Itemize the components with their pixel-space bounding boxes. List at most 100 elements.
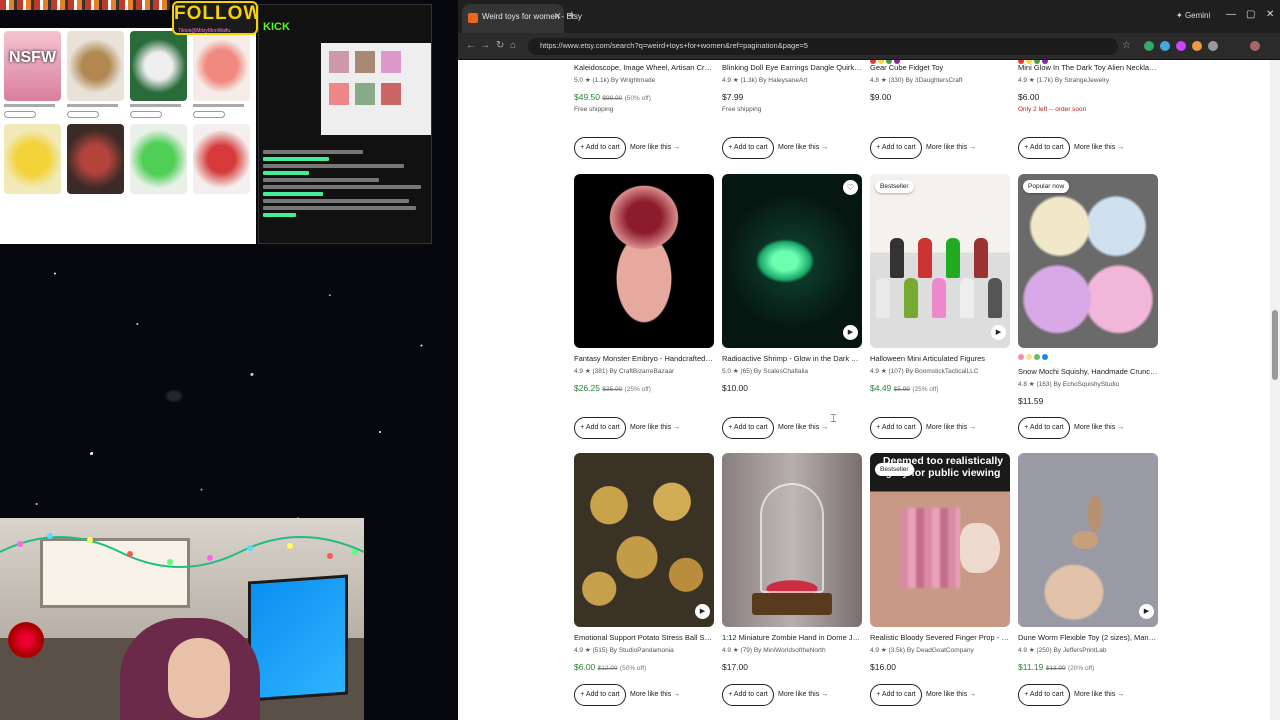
discount-percent: (50% off) [624,95,651,102]
minimize-icon[interactable]: — [1226,9,1236,20]
extension-icon[interactable] [1160,41,1170,51]
add-to-cart-button[interactable]: + Add to cart [1018,137,1070,159]
string-lights [0,533,364,568]
product-image[interactable] [574,174,714,348]
add-to-cart-button[interactable]: + Add to cart [574,684,626,706]
add-to-cart-button[interactable]: + Add to cart [574,417,626,439]
home-icon[interactable]: ⌂ [510,40,516,51]
more-like-this-link[interactable]: More like this → [926,691,976,698]
mini-thumb [67,124,124,194]
product-image[interactable]: Bestseller ▶ [870,174,1010,348]
product-image[interactable]: ▶ [1018,453,1158,627]
scrollbar-thumb[interactable] [1272,310,1278,380]
product-price: $6.00 $12.00 (50% off) [574,662,646,672]
add-to-cart-button[interactable]: + Add to cart [1018,684,1070,706]
more-like-this-link[interactable]: More like this → [630,691,680,698]
product-rating: 5.0 ★ (65) By ScalesChaltalia [722,368,809,375]
product-title[interactable]: Gear Cube Fidget Toy [870,63,1010,72]
bookmark-star-icon[interactable]: ☆ [1122,40,1131,51]
heart-icon[interactable]: ♡ [843,180,858,195]
monitor [248,574,348,702]
product-title[interactable]: Halloween Mini Articulated Figures [870,354,1010,363]
more-like-this-link[interactable]: More like this → [926,424,976,431]
original-price: $13.99 [1045,665,1066,672]
reload-icon[interactable]: ↻ [496,40,504,51]
extension-icon[interactable] [1208,41,1218,51]
price-value: $4.49 [870,383,892,393]
product-image[interactable]: ▶ [574,453,714,627]
original-price: $99.00 [602,95,623,102]
product-title[interactable]: Snow Mochi Squishy, Handmade Crunchy San… [1018,367,1158,376]
play-icon[interactable]: ▶ [1139,604,1154,619]
price-value: $10.00 [722,383,748,393]
extension-icon[interactable] [1144,41,1154,51]
url-field[interactable]: https://www.etsy.com/search?q=weird+toys… [528,38,1118,55]
product-price: $26.25 $35.00 (25% off) [574,383,651,393]
product-price: $4.49 $5.99 (25% off) [870,383,939,393]
product-title[interactable]: Radioactive Shrimp - Glow in the Dark Ar… [722,354,862,363]
product-title[interactable]: Mini Glow In The Dark Toy Alien Necklace… [1018,63,1158,72]
product-title[interactable]: Blinking Doll Eye Earrings Dangle Quirky… [722,63,862,72]
play-icon[interactable]: ▶ [695,604,710,619]
product-price: $6.00 [1018,92,1039,102]
more-like-this-link[interactable]: More like this → [630,424,680,431]
gemini-button[interactable]: ✦ Gemini [1176,11,1210,20]
product-image[interactable] [722,453,862,627]
maximize-icon[interactable]: ▢ [1246,9,1255,20]
add-to-cart-button[interactable]: + Add to cart [722,417,774,439]
product-note: Free shipping [574,106,614,113]
more-like-this-link[interactable]: More like this → [1074,691,1124,698]
product-image[interactable]: Deemed too realistically gory for public… [870,453,1010,627]
add-to-cart-button[interactable]: + Add to cart [722,684,774,706]
add-to-cart-button[interactable]: + Add to cart [722,137,774,159]
new-tab-icon[interactable]: + [568,8,576,21]
add-to-cart-button[interactable]: + Add to cart [870,137,922,159]
more-like-this-link[interactable]: More like this → [778,424,828,431]
more-like-this-link[interactable]: More like this → [630,144,680,151]
product-badge: Popular now [1023,180,1070,193]
etsy-favicon-icon [468,13,478,23]
extension-icon[interactable] [1192,41,1202,51]
mini-thumb [193,31,250,101]
rose-decoration [8,622,44,658]
tab-close-icon[interactable]: ✕ [554,11,562,22]
product-title[interactable]: Kaleidoscope, Image Wheel, Artisan Craft… [574,63,714,72]
price-value: $26.25 [574,383,600,393]
back-icon[interactable]: ← [466,40,476,51]
product-badge: Bestseller [875,463,914,476]
product-image[interactable]: Popular now [1018,174,1158,348]
product-title[interactable]: 1:12 Miniature Zombie Hand in Dome Jar- … [722,633,862,642]
more-like-this-link[interactable]: More like this → [1074,144,1124,151]
product-image[interactable]: ♡ ▶ [722,174,862,348]
mini-thumb [193,124,250,194]
forward-icon[interactable]: → [480,40,490,51]
mini-thumb [130,31,187,101]
product-price: $17.00 [722,662,748,672]
follow-subtext: Tiktok@MitzyMonWaifu [178,28,231,34]
more-like-this-link[interactable]: More like this → [926,144,976,151]
product-rating: 4.9 ★ (79) By MiniWorldsoftheNorth [722,647,826,654]
product-price: $7.99 [722,92,743,102]
product-rating: 4.9 ★ (107) By BoomstickTacticalLLC [870,368,979,375]
chat-log [263,147,429,220]
product-title[interactable]: Realistic Bloody Severed Finger Prop - H… [870,633,1010,642]
profile-avatar[interactable] [1250,41,1260,51]
more-like-this-link[interactable]: More like this → [778,691,828,698]
add-to-cart-button[interactable]: + Add to cart [870,684,922,706]
add-to-cart-button[interactable]: + Add to cart [1018,417,1070,439]
product-title[interactable]: Fantasy Monster Embryo - Handcrafted Cla… [574,354,714,363]
more-like-this-link[interactable]: More like this → [778,144,828,151]
play-icon[interactable]: ▶ [843,325,858,340]
tab-etsy[interactable]: Weird toys for women - Etsy ✕ [462,4,582,33]
play-icon[interactable]: ▶ [991,325,1006,340]
add-to-cart-button[interactable]: + Add to cart [574,137,626,159]
scrollbar[interactable] [1270,60,1280,720]
product-title[interactable]: Dune Worm Flexible Toy (2 sizes), Many C… [1018,633,1158,642]
extension-icon[interactable] [1176,41,1186,51]
discount-percent: (25% off) [912,386,939,393]
price-value: $11.19 [1018,662,1044,672]
add-to-cart-button[interactable]: + Add to cart [870,417,922,439]
close-icon[interactable]: ✕ [1266,9,1274,20]
product-title[interactable]: Emotional Support Potato Stress Ball Squ… [574,633,714,642]
more-like-this-link[interactable]: More like this → [1074,424,1124,431]
